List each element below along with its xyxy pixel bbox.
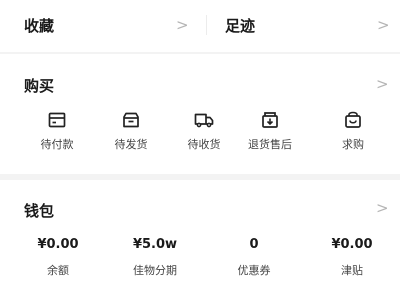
wallet-value: ¥0.00 [37, 237, 79, 252]
delivery-truck-icon [194, 113, 214, 128]
order-after-sales[interactable]: 退货售后 [240, 111, 300, 152]
order-wanted[interactable]: 求购 [323, 111, 383, 152]
wallet-value: 0 [249, 237, 259, 252]
wallet-value: ¥0.00 [331, 237, 373, 252]
wallet-allowance[interactable]: ¥0.00 津贴 [307, 237, 397, 278]
package-icon [123, 112, 139, 128]
wallet-title: 钱包 [24, 202, 55, 220]
purchase-header[interactable]: 购买 > [0, 54, 400, 104]
wallet-chevron-icon: > [376, 199, 389, 217]
order-item-label: 退货售后 [248, 138, 292, 151]
wallet-installment[interactable]: ¥5.0w 佳物分期 [110, 237, 200, 278]
wallet-card-icon [48, 112, 66, 128]
order-item-label: 求购 [342, 138, 364, 151]
wallet-label: 优惠券 [237, 264, 271, 277]
favorites-label: 收藏 [24, 17, 55, 35]
footprint-chevron-icon: > [377, 16, 390, 34]
shopping-bag-icon [345, 111, 361, 128]
wallet-label: 余额 [47, 264, 69, 277]
order-pending-shipment[interactable]: 待发货 [101, 111, 161, 152]
favorites-entry[interactable]: 收藏 > [0, 0, 206, 52]
footprint-entry[interactable]: 足迹 > [207, 0, 400, 52]
order-item-label: 待收货 [187, 138, 221, 151]
order-item-label: 待发货 [114, 138, 148, 151]
purchase-chevron-icon: > [376, 75, 389, 93]
order-pending-payment[interactable]: 待付款 [27, 111, 87, 152]
wallet-balance[interactable]: ¥0.00 余额 [13, 237, 103, 278]
order-pending-receipt[interactable]: 待收货 [174, 111, 234, 152]
favorites-chevron-icon: > [176, 16, 189, 34]
wallet-value: ¥5.0w [132, 237, 178, 252]
wallet-label: 佳物分期 [133, 264, 177, 277]
order-item-label: 待付款 [40, 138, 74, 151]
wallet-header[interactable]: 钱包 > [0, 180, 400, 228]
purchase-card: 购买 > 待付款 待发货 待收货 退货售后 求购 [0, 54, 400, 174]
wallet-card: 钱包 > ¥0.00 余额 ¥5.0w 佳物分期 0 优惠券 ¥0.00 津贴 [0, 180, 400, 288]
wallet-label: 津贴 [341, 264, 363, 277]
footprint-label: 足迹 [225, 17, 256, 35]
wallet-coupons[interactable]: 0 优惠券 [209, 237, 299, 278]
purchase-title: 购买 [24, 77, 55, 95]
favorites-footprint-card: 收藏 > 足迹 > [0, 0, 400, 52]
return-icon [262, 112, 278, 128]
